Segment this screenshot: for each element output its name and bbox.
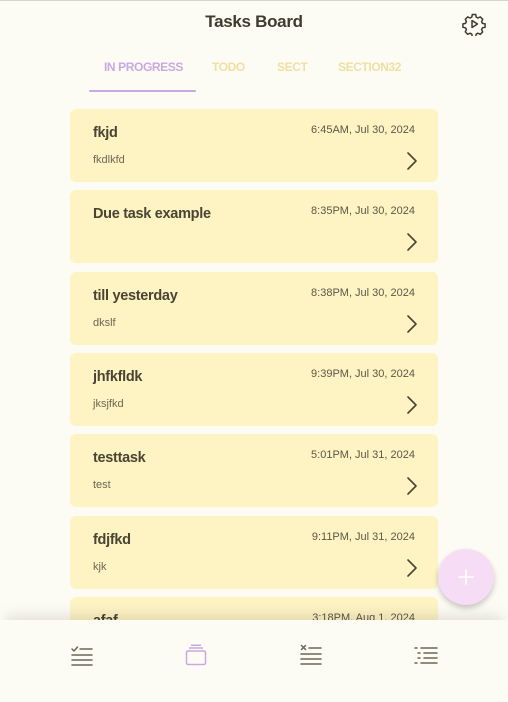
plus-icon	[458, 569, 474, 585]
task-title: till yesterday	[93, 288, 178, 304]
chevron-right-icon	[407, 559, 417, 577]
active-tab-indicator	[89, 90, 196, 92]
nav-list[interactable]	[411, 640, 441, 670]
chevron-right-icon	[407, 233, 417, 251]
task-card[interactable]: Due task example 8:35PM, Jul 30, 2024	[70, 190, 438, 263]
chevron-right-icon	[407, 396, 417, 414]
task-card[interactable]: fkjd 6:45AM, Jul 30, 2024 fkdlkfd	[70, 109, 438, 182]
task-card[interactable]: till yesterday 8:38PM, Jul 30, 2024 dksl…	[70, 272, 438, 345]
settings-button[interactable]	[461, 11, 487, 37]
tab-sect[interactable]: SECT	[277, 60, 308, 74]
nav-tasks[interactable]	[67, 640, 97, 670]
task-description: fkdlkfd	[93, 154, 125, 166]
task-title: testtask	[93, 450, 146, 466]
task-card[interactable]: testtask 5:01PM, Jul 31, 2024 test	[70, 434, 438, 507]
task-title: fkjd	[93, 125, 118, 141]
add-task-button[interactable]	[438, 549, 494, 605]
task-timestamp: 5:01PM, Jul 31, 2024	[311, 449, 415, 461]
checklist-x-icon	[300, 644, 322, 665]
task-title: Due task example	[93, 206, 211, 222]
app-header: Tasks Board	[0, 0, 508, 46]
task-description: kjk	[93, 561, 107, 573]
task-description: dkslf	[93, 317, 116, 329]
task-description: jksjfkd	[93, 398, 124, 410]
tab-todo[interactable]: TODO	[212, 60, 245, 74]
section-tabs: IN PROGRESS TODO SECT SECTION32	[0, 56, 508, 96]
checklist-icon	[71, 646, 93, 666]
chevron-right-icon	[407, 152, 417, 170]
boards-icon	[185, 644, 207, 666]
task-card[interactable]: fdjfkd 9:11PM, Jul 31, 2024 kjk	[70, 516, 438, 589]
task-timestamp: 6:45AM, Jul 30, 2024	[311, 124, 415, 136]
task-title: fdjfkd	[93, 532, 131, 548]
list-icon	[414, 647, 438, 664]
task-timestamp: 9:39PM, Jul 30, 2024	[311, 368, 415, 380]
task-description: test	[93, 479, 111, 491]
task-timestamp: 8:38PM, Jul 30, 2024	[311, 287, 415, 299]
page-title: Tasks Board	[205, 12, 303, 31]
task-card[interactable]: jhfkfldk 9:39PM, Jul 30, 2024 jksjfkd	[70, 353, 438, 426]
nav-boards[interactable]	[181, 640, 211, 670]
bottom-navigation	[0, 620, 508, 702]
task-title: jhfkfldk	[93, 369, 143, 385]
chevron-right-icon	[407, 477, 417, 495]
tab-in-progress[interactable]: IN PROGRESS	[104, 60, 183, 74]
tab-section32[interactable]: SECTION32	[338, 60, 401, 74]
task-timestamp: 8:35PM, Jul 30, 2024	[311, 205, 415, 217]
gear-icon	[462, 13, 486, 36]
task-timestamp: 9:11PM, Jul 31, 2024	[311, 531, 415, 543]
nav-due-tasks[interactable]	[296, 640, 326, 670]
chevron-right-icon	[407, 315, 417, 333]
